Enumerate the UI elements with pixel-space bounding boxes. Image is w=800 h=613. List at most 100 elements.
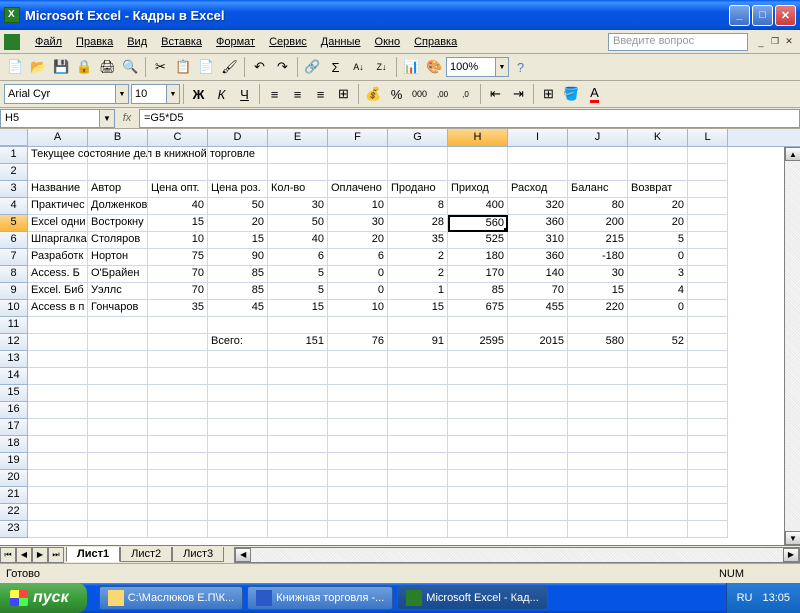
cell-F2[interactable] [328, 164, 388, 181]
sort-asc-button[interactable]: A↓ [347, 56, 370, 78]
cell-A11[interactable] [28, 317, 88, 334]
cell-H19[interactable] [448, 453, 508, 470]
cell-C21[interactable] [148, 487, 208, 504]
cell-C9[interactable]: 70 [148, 283, 208, 300]
cell-I18[interactable] [508, 436, 568, 453]
cell-B22[interactable] [88, 504, 148, 521]
cell-L8[interactable] [688, 266, 728, 283]
cell-B8[interactable]: О'Брайен [88, 266, 148, 283]
column-header-F[interactable]: F [328, 129, 388, 146]
cell-D3[interactable]: Цена роз. [208, 181, 268, 198]
cell-A6[interactable]: Шпаргалка [28, 232, 88, 249]
select-all-corner[interactable] [0, 129, 28, 146]
column-header-G[interactable]: G [388, 129, 448, 146]
cell-E1[interactable] [268, 147, 328, 164]
merge-button[interactable]: ⊞ [332, 83, 355, 105]
cell-J19[interactable] [568, 453, 628, 470]
cell-G1[interactable] [388, 147, 448, 164]
sheet-tab[interactable]: Лист3 [172, 547, 224, 562]
cell-C7[interactable]: 75 [148, 249, 208, 266]
cell-E19[interactable] [268, 453, 328, 470]
currency-button[interactable]: 💰 [362, 83, 385, 105]
cell-L3[interactable] [688, 181, 728, 198]
taskbar-item[interactable]: Microsoft Excel - Кад... [397, 586, 547, 610]
cell-J4[interactable]: 80 [568, 198, 628, 215]
cell-D13[interactable] [208, 351, 268, 368]
cell-I20[interactable] [508, 470, 568, 487]
cell-A5[interactable]: Excel одни [28, 215, 88, 232]
cell-D22[interactable] [208, 504, 268, 521]
cell-G6[interactable]: 35 [388, 232, 448, 249]
cell-B16[interactable] [88, 402, 148, 419]
cell-A21[interactable] [28, 487, 88, 504]
cell-A3[interactable]: Название [28, 181, 88, 198]
menu-tools[interactable]: Сервис [262, 33, 314, 51]
menu-data[interactable]: Данные [314, 33, 368, 51]
scroll-right-button[interactable]: ▶ [783, 548, 799, 562]
cell-B9[interactable]: Уэллс [88, 283, 148, 300]
cell-A15[interactable] [28, 385, 88, 402]
cell-K8[interactable]: 3 [628, 266, 688, 283]
cell-F11[interactable] [328, 317, 388, 334]
cell-D10[interactable]: 45 [208, 300, 268, 317]
menu-window[interactable]: Окно [368, 33, 408, 51]
column-header-D[interactable]: D [208, 129, 268, 146]
paste-button[interactable]: 📄 [195, 56, 218, 78]
cell-G22[interactable] [388, 504, 448, 521]
cell-K7[interactable]: 0 [628, 249, 688, 266]
cell-A20[interactable] [28, 470, 88, 487]
name-box[interactable]: H5 [0, 109, 100, 128]
cell-H11[interactable] [448, 317, 508, 334]
cell-F9[interactable]: 0 [328, 283, 388, 300]
cell-H10[interactable]: 675 [448, 300, 508, 317]
cell-L18[interactable] [688, 436, 728, 453]
cell-E5[interactable]: 50 [268, 215, 328, 232]
column-header-A[interactable]: A [28, 129, 88, 146]
cell-J21[interactable] [568, 487, 628, 504]
cell-D4[interactable]: 50 [208, 198, 268, 215]
cell-D5[interactable]: 20 [208, 215, 268, 232]
cell-A2[interactable] [28, 164, 88, 181]
cell-D16[interactable] [208, 402, 268, 419]
cell-K22[interactable] [628, 504, 688, 521]
cell-E13[interactable] [268, 351, 328, 368]
cell-G3[interactable]: Продано [388, 181, 448, 198]
cell-A9[interactable]: Excel. Биб [28, 283, 88, 300]
cell-J12[interactable]: 580 [568, 334, 628, 351]
cell-B23[interactable] [88, 521, 148, 538]
tab-last-button[interactable]: ⏭ [48, 547, 64, 563]
cell-E9[interactable]: 5 [268, 283, 328, 300]
cell-L2[interactable] [688, 164, 728, 181]
cell-J16[interactable] [568, 402, 628, 419]
cell-B18[interactable] [88, 436, 148, 453]
cell-I4[interactable]: 320 [508, 198, 568, 215]
cell-J1[interactable] [568, 147, 628, 164]
fx-button[interactable]: fx [115, 112, 139, 124]
cell-E2[interactable] [268, 164, 328, 181]
cell-C22[interactable] [148, 504, 208, 521]
menu-help[interactable]: Справка [407, 33, 464, 51]
cell-H1[interactable] [448, 147, 508, 164]
cell-E10[interactable]: 15 [268, 300, 328, 317]
taskbar-item[interactable]: С:\Маслюков Е.П\К... [99, 586, 244, 610]
cell-H2[interactable] [448, 164, 508, 181]
bold-button[interactable]: Ж [187, 83, 210, 105]
cell-K15[interactable] [628, 385, 688, 402]
cell-D2[interactable] [208, 164, 268, 181]
cell-A4[interactable]: Практичес [28, 198, 88, 215]
row-header-5[interactable]: 5 [0, 215, 28, 232]
cell-L12[interactable] [688, 334, 728, 351]
cell-J22[interactable] [568, 504, 628, 521]
cell-F3[interactable]: Оплачено [328, 181, 388, 198]
cell-I14[interactable] [508, 368, 568, 385]
cell-E15[interactable] [268, 385, 328, 402]
cell-C17[interactable] [148, 419, 208, 436]
cell-D9[interactable]: 85 [208, 283, 268, 300]
cell-G13[interactable] [388, 351, 448, 368]
cell-C10[interactable]: 35 [148, 300, 208, 317]
cell-B10[interactable]: Гончаров [88, 300, 148, 317]
cell-K6[interactable]: 5 [628, 232, 688, 249]
h-scroll-track[interactable] [251, 548, 783, 562]
cell-J17[interactable] [568, 419, 628, 436]
cell-B20[interactable] [88, 470, 148, 487]
